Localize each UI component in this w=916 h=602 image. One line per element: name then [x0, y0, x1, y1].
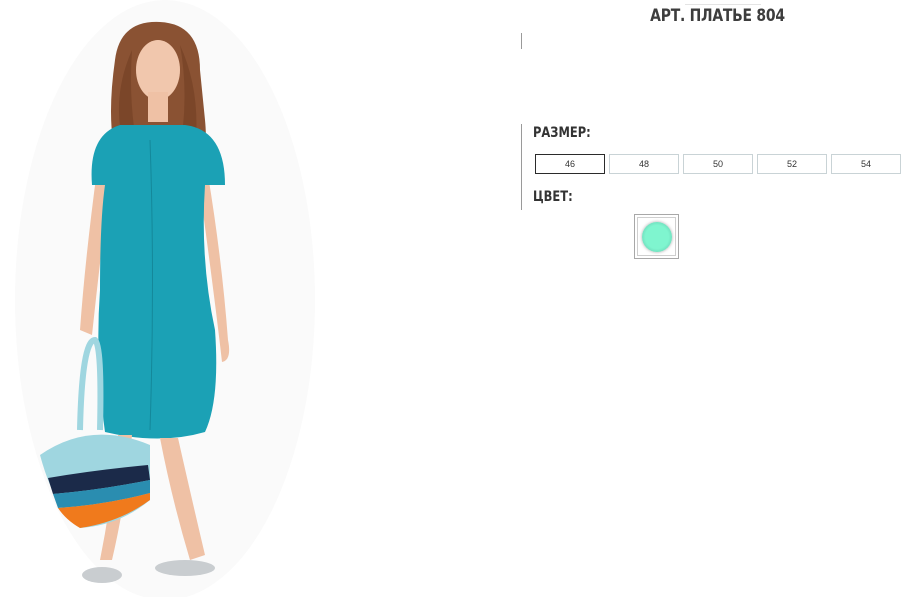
product-photo-dress-icon: [15, 0, 315, 600]
size-option-46[interactable]: 46: [535, 154, 605, 174]
size-label: РАЗМЕР:: [533, 125, 591, 141]
size-option-48[interactable]: 48: [609, 154, 679, 174]
title-divider: [685, 4, 761, 5]
size-option-54[interactable]: 54: [831, 154, 901, 174]
vertical-divider-top: [521, 33, 522, 49]
color-label: ЦВЕТ:: [533, 189, 573, 205]
product-title: АРТ. ПЛАТЬЕ 804: [650, 6, 785, 26]
color-swatch-dot: [641, 221, 672, 252]
color-swatch-frame: [637, 217, 676, 256]
size-options: 46 48 50 52 54: [535, 154, 901, 174]
color-swatch[interactable]: [634, 214, 679, 259]
vertical-divider-options: [521, 124, 522, 210]
size-option-50[interactable]: 50: [683, 154, 753, 174]
size-option-52[interactable]: 52: [757, 154, 827, 174]
product-photo: [0, 0, 330, 600]
